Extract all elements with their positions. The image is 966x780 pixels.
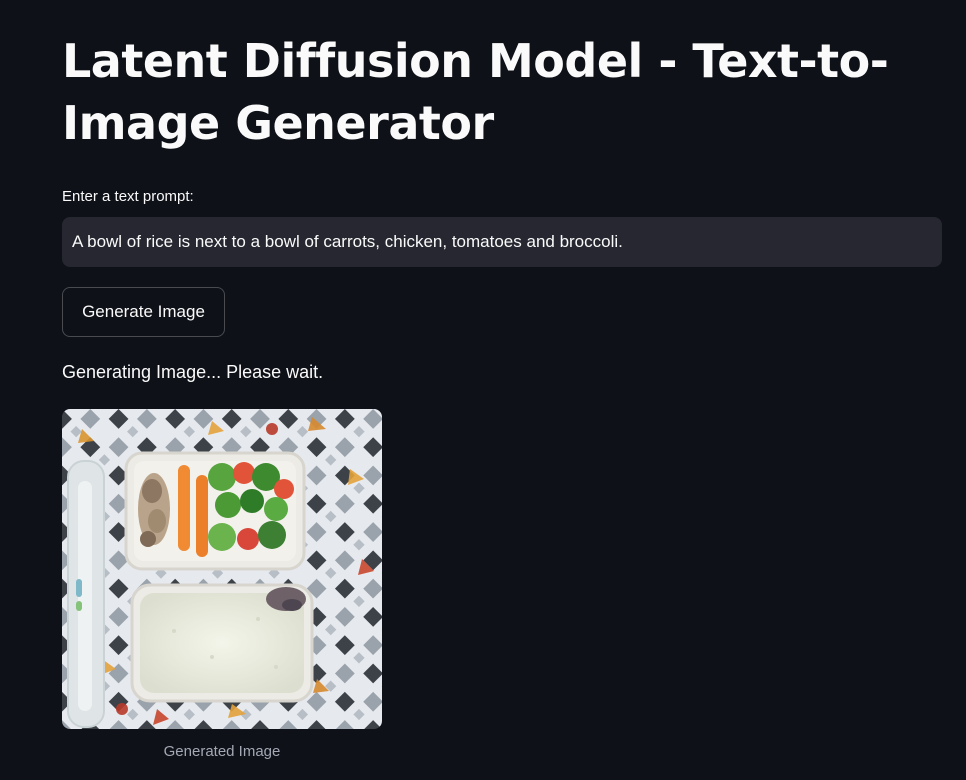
- status-message: Generating Image... Please wait.: [62, 362, 324, 382]
- app-main: Latent Diffusion Model - Text-to-Image G…: [0, 0, 966, 780]
- generated-image: [62, 409, 382, 729]
- page-title: Latent Diffusion Model - Text-to-Image G…: [62, 34, 889, 150]
- generate-image-button[interactable]: Generate Image: [62, 287, 225, 337]
- image-caption: Generated Image: [163, 743, 281, 760]
- prompt-label: Enter a text prompt:: [62, 188, 194, 205]
- prompt-input[interactable]: [62, 217, 942, 267]
